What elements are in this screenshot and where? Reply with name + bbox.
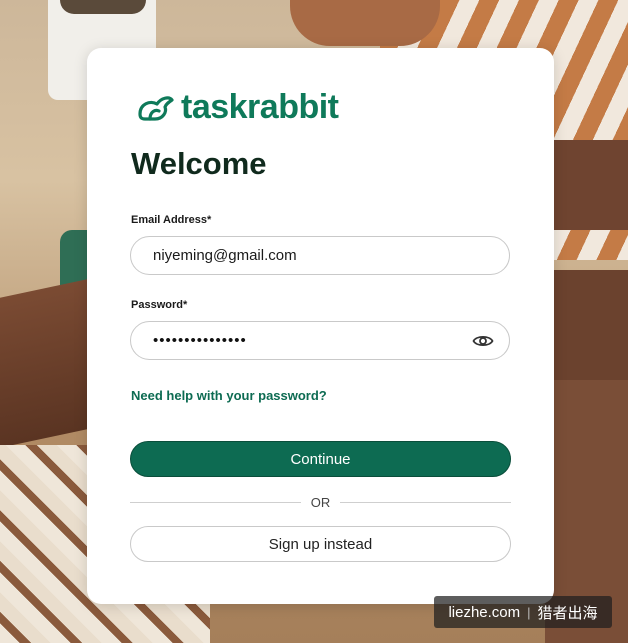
password-input[interactable]: ••••••••••••••• (153, 332, 469, 349)
sign-up-button[interactable]: Sign up instead (130, 526, 511, 562)
taskrabbit-logo[interactable]: taskrabbit (135, 87, 339, 126)
divider-line-right (340, 501, 511, 503)
eye-icon (472, 335, 494, 346)
rabbit-icon (138, 96, 174, 121)
or-divider: OR (130, 494, 511, 510)
password-field[interactable]: ••••••••••••••• (130, 321, 510, 360)
watermark-site: liezhe.com (448, 603, 521, 621)
divider-line-left (130, 501, 301, 503)
divider-text: OR (310, 494, 331, 510)
password-label: Password* (131, 299, 188, 311)
watermark-name: 猎者出海 (537, 604, 598, 622)
watermark-separator: | (527, 604, 531, 620)
email-field[interactable] (130, 236, 510, 275)
watermark: liezhe.com | 猎者出海 (434, 596, 612, 628)
show-password-button[interactable] (469, 327, 497, 355)
email-input[interactable] (153, 247, 509, 264)
email-label: Email Address* (131, 214, 212, 226)
brand-name: taskrabbit (181, 87, 339, 126)
login-card: taskrabbit Welcome Email Address* Passwo… (87, 48, 554, 604)
continue-button[interactable]: Continue (130, 441, 511, 477)
page-title: Welcome (131, 146, 267, 181)
password-help-link[interactable]: Need help with your password? (131, 388, 327, 403)
